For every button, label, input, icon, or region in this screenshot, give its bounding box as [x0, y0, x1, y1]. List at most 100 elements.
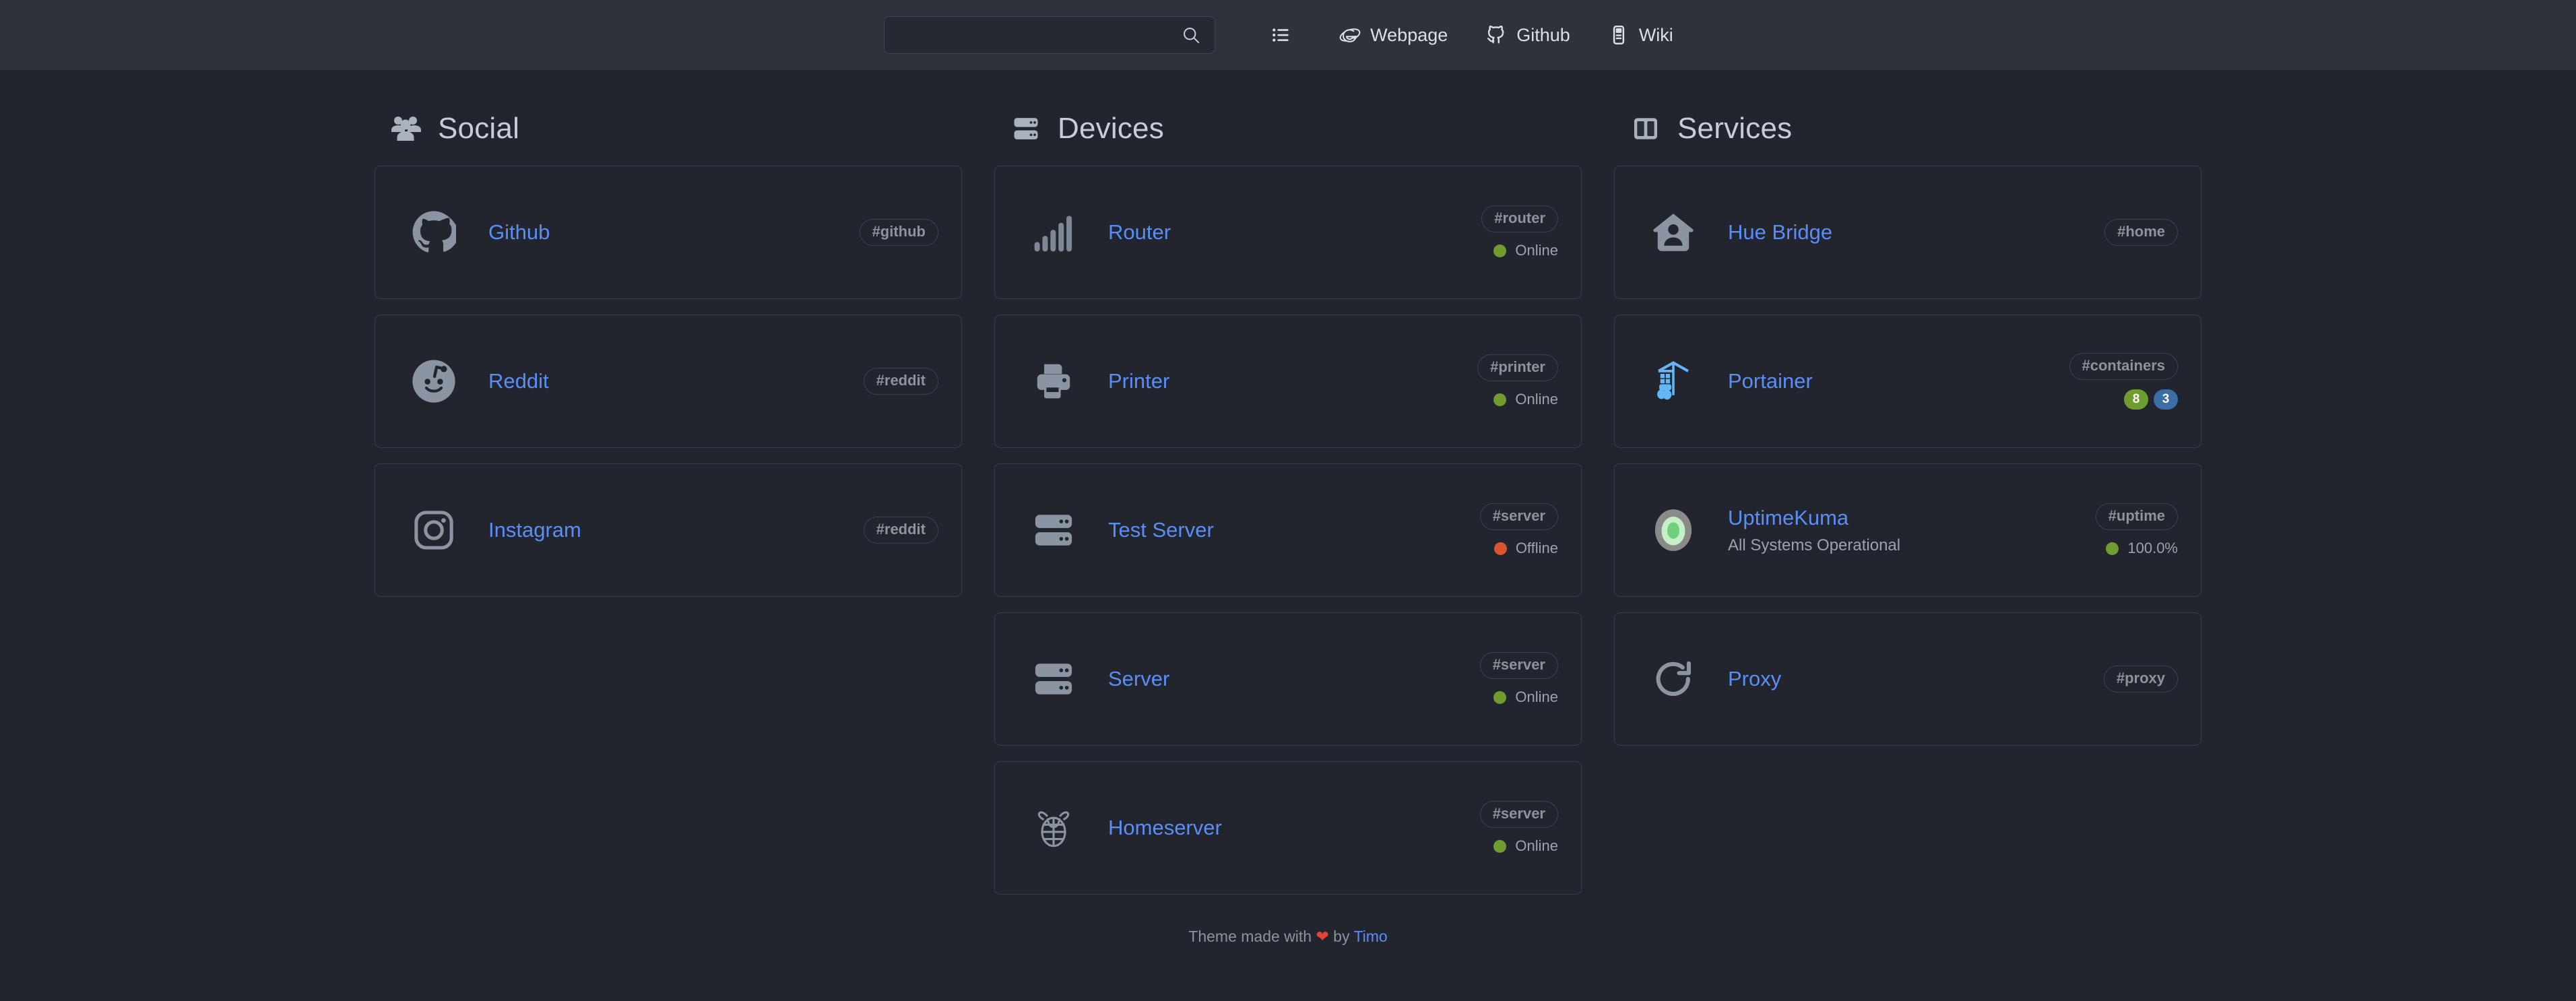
card-right: #reddit [863, 368, 938, 395]
list-icon [1270, 24, 1292, 46]
card-hue-bridge[interactable]: Hue Bridge #home [1614, 166, 2201, 299]
card-text: Github [488, 220, 550, 246]
column-header-social: Social [391, 112, 962, 146]
card-text: Server [1108, 666, 1169, 692]
card-github[interactable]: Github #github [375, 166, 962, 299]
nav-item-github[interactable]: Github [1467, 24, 1589, 46]
server-icon [1027, 504, 1080, 556]
status-badge: Online [1493, 391, 1558, 408]
card-tag: #server [1479, 801, 1558, 828]
heart-icon: ❤ [1316, 928, 1329, 945]
card-server[interactable]: Server #server Online [994, 612, 1582, 746]
internet-explorer-icon [1339, 24, 1361, 46]
card-uptimekuma[interactable]: UptimeKuma All Systems Operational #upti… [1614, 463, 2201, 597]
card-reddit[interactable]: Reddit #reddit [375, 315, 962, 448]
card-text: Test Server [1108, 517, 1214, 544]
column-title: Services [1677, 112, 1793, 145]
github-icon [408, 206, 460, 259]
instagram-icon [408, 504, 460, 556]
card-title: Printer [1108, 368, 1170, 393]
reddit-icon [408, 355, 460, 408]
card-proxy[interactable]: Proxy #proxy [1614, 612, 2201, 746]
badge-running: 8 [2124, 389, 2148, 410]
footer-prefix: Theme made with [1188, 928, 1312, 945]
nav-item-wiki[interactable]: Wiki [1589, 24, 1692, 46]
status-dot [1493, 839, 1507, 853]
card-title: Github [488, 220, 550, 244]
status-label: Online [1515, 688, 1558, 705]
card-title: Router [1108, 220, 1171, 244]
nav-item-list[interactable] [1252, 24, 1320, 46]
card-left: Printer [1027, 355, 1477, 408]
card-title: Portainer [1728, 368, 1813, 393]
card-title: Server [1108, 666, 1170, 690]
card-title: Reddit [488, 368, 549, 393]
card-tag: #printer [1477, 354, 1558, 381]
card-title: Homeserver [1108, 815, 1222, 839]
card-left: Reddit [408, 355, 864, 408]
nav-item-wiki-label: Wiki [1638, 24, 1673, 45]
card-text: Reddit [488, 368, 549, 395]
card-instagram[interactable]: Instagram #reddit [375, 463, 962, 597]
card-tag: #reddit [863, 368, 938, 395]
card-right: #reddit [863, 517, 938, 544]
status-dot [2106, 542, 2119, 555]
card-text: Portainer [1728, 368, 1813, 395]
printer-icon [1027, 355, 1080, 408]
nav-item-webpage-label: Webpage [1370, 24, 1448, 45]
status-badge: Offline [1493, 540, 1558, 557]
docker-icon [1647, 355, 1700, 408]
card-text: Printer [1108, 368, 1169, 395]
search-input[interactable] [884, 16, 1216, 54]
card-right: #router Online [1481, 205, 1558, 259]
card-tag: #reddit [863, 517, 938, 544]
card-right: #containers 8 3 [2069, 353, 2178, 410]
card-right: #server Online [1479, 652, 1558, 706]
nav-item-webpage[interactable]: Webpage [1320, 24, 1467, 46]
card-tag: #containers [2069, 353, 2178, 380]
card-title: UptimeKuma [1728, 505, 1849, 529]
card-right: #proxy [2103, 666, 2178, 692]
github-icon [1485, 24, 1507, 46]
card-right: #server Online [1479, 801, 1558, 855]
column-devices: Devices Router #router Online Printer #p… [994, 112, 1582, 910]
card-left: Hue Bridge [1647, 206, 2104, 259]
card-right: #home [2104, 219, 2178, 246]
card-title: Test Server [1108, 517, 1214, 542]
status-dot [1493, 690, 1507, 704]
top-header: Webpage Github Wiki [0, 0, 2576, 70]
footer: Theme made with ❤ by Timo [0, 928, 2576, 946]
card-left: Test Server [1027, 504, 1480, 556]
card-text: Instagram [488, 517, 581, 544]
card-portainer[interactable]: Portainer #containers 8 3 [1614, 315, 2201, 448]
card-router[interactable]: Router #router Online [994, 166, 1582, 299]
card-printer[interactable]: Printer #printer Online [994, 315, 1582, 448]
raspberry-pi-icon [1027, 802, 1080, 854]
card-text: Proxy [1728, 666, 1781, 692]
header-inner: Webpage Github Wiki [884, 16, 1692, 54]
status-label: Online [1515, 391, 1558, 408]
nav-item-github-label: Github [1516, 24, 1570, 45]
card-tag: #proxy [2103, 666, 2178, 692]
card-text: Hue Bridge [1728, 220, 1832, 246]
card-text: Homeserver [1108, 815, 1222, 841]
card-left: Homeserver [1027, 802, 1480, 854]
card-subtitle: All Systems Operational [1728, 536, 1901, 555]
card-title: Proxy [1728, 666, 1782, 690]
status-dot [1493, 244, 1507, 257]
column-social: Social Github #github Reddit #reddit Ins… [375, 112, 962, 612]
column-header-devices: Devices [1010, 112, 1582, 146]
status-dot [1493, 542, 1507, 555]
badge-stopped: 3 [2154, 389, 2178, 410]
card-tag: #home [2104, 219, 2178, 246]
card-left: Instagram [408, 504, 864, 556]
card-right: #uptime 100.0% [2095, 503, 2178, 557]
card-title: Hue Bridge [1728, 220, 1833, 244]
card-tag: #uptime [2095, 503, 2178, 530]
column-header-services: Services [1630, 112, 2201, 146]
card-homeserver[interactable]: Homeserver #server Online [994, 761, 1582, 895]
refresh-icon [1647, 653, 1700, 705]
footer-author-link[interactable]: Timo [1353, 928, 1387, 945]
card-test-server[interactable]: Test Server #server Offline [994, 463, 1582, 597]
card-tag: #github [859, 219, 938, 246]
